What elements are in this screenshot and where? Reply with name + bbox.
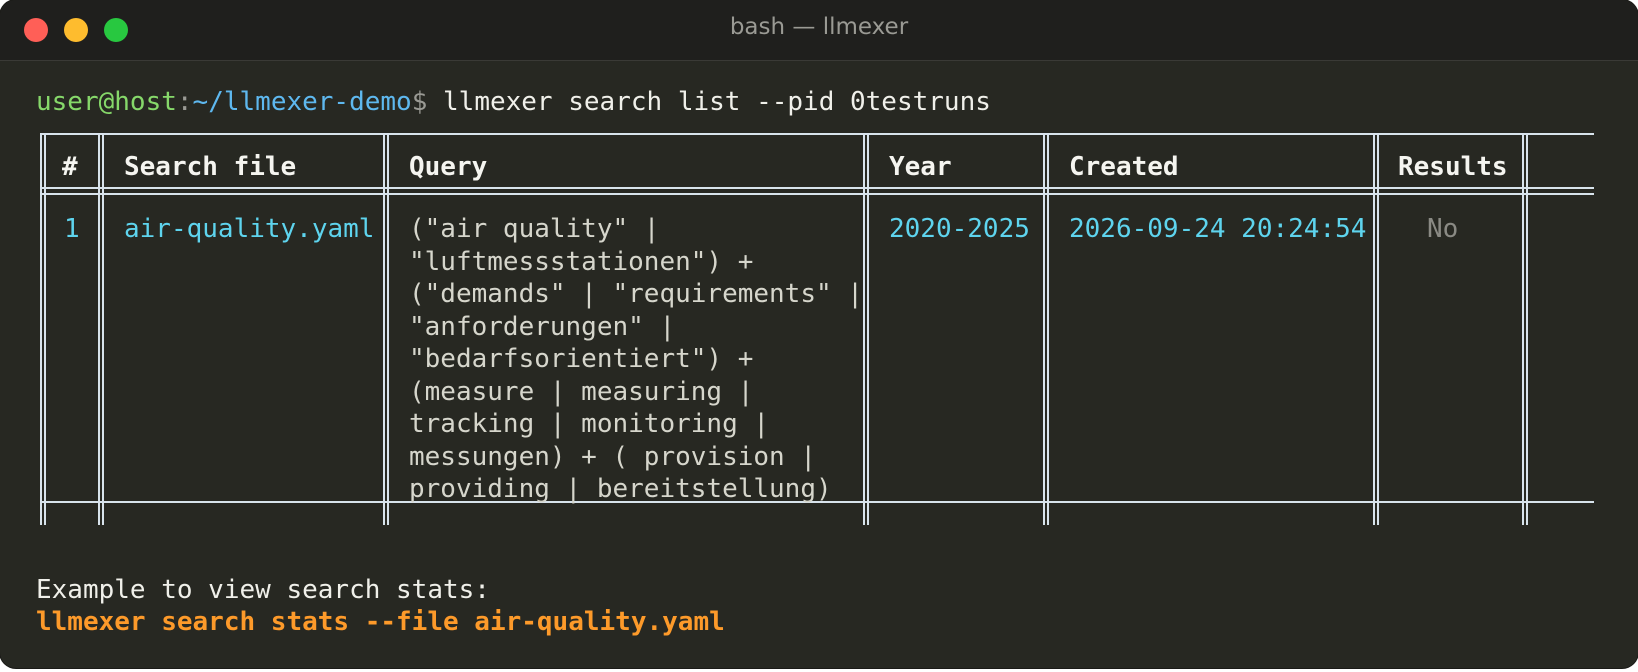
window-title: bash — llmexer [729,14,909,40]
prompt-symbol: $ [411,87,428,117]
prompt-user-host: user@host [36,87,177,117]
column-divider [1043,133,1049,525]
hint-command: llmexer search stats --file air-quality.… [36,607,725,637]
header-created: Created [1069,152,1179,182]
search-list-table: # Search file Query Year Created Results… [40,133,1594,525]
column-divider [40,133,46,525]
table-top-border [42,133,1594,135]
prompt-path: ~/llmexer-demo [192,87,412,117]
column-divider [863,133,869,525]
command-line: user@host:~/llmexer-demo$ llmexer search… [36,86,991,118]
header-border-2 [42,193,1594,195]
column-divider [1522,133,1528,525]
header-search-file: Search file [124,152,297,182]
command-text: llmexer search list --pid 0testruns [427,87,991,117]
row-results: No [1427,214,1459,244]
usage-hint: Example to view search stats: llmexer se… [36,574,725,638]
prompt-separator: : [176,87,193,117]
column-divider [98,133,104,525]
column-divider [383,133,389,525]
hint-text: Example to view search stats: [36,575,490,605]
header-border-1 [42,187,1594,189]
column-divider [1373,133,1379,525]
title-bar: bash — llmexer [0,0,1638,61]
header-results: Results [1398,152,1508,182]
header-index: # [62,152,78,182]
row-created: 2026-09-24 20:24:54 [1069,214,1367,244]
terminal-window: bash — llmexer user@host:~/llmexer-demo$… [0,0,1638,668]
row-index: 1 [64,214,80,244]
header-query: Query [409,152,488,182]
row-year: 2020-2025 [889,214,1030,244]
header-year: Year [889,152,952,182]
row-search-file: air-quality.yaml [124,214,375,244]
row-query: ("air quality" | "luftmessstationen") + … [409,214,863,504]
